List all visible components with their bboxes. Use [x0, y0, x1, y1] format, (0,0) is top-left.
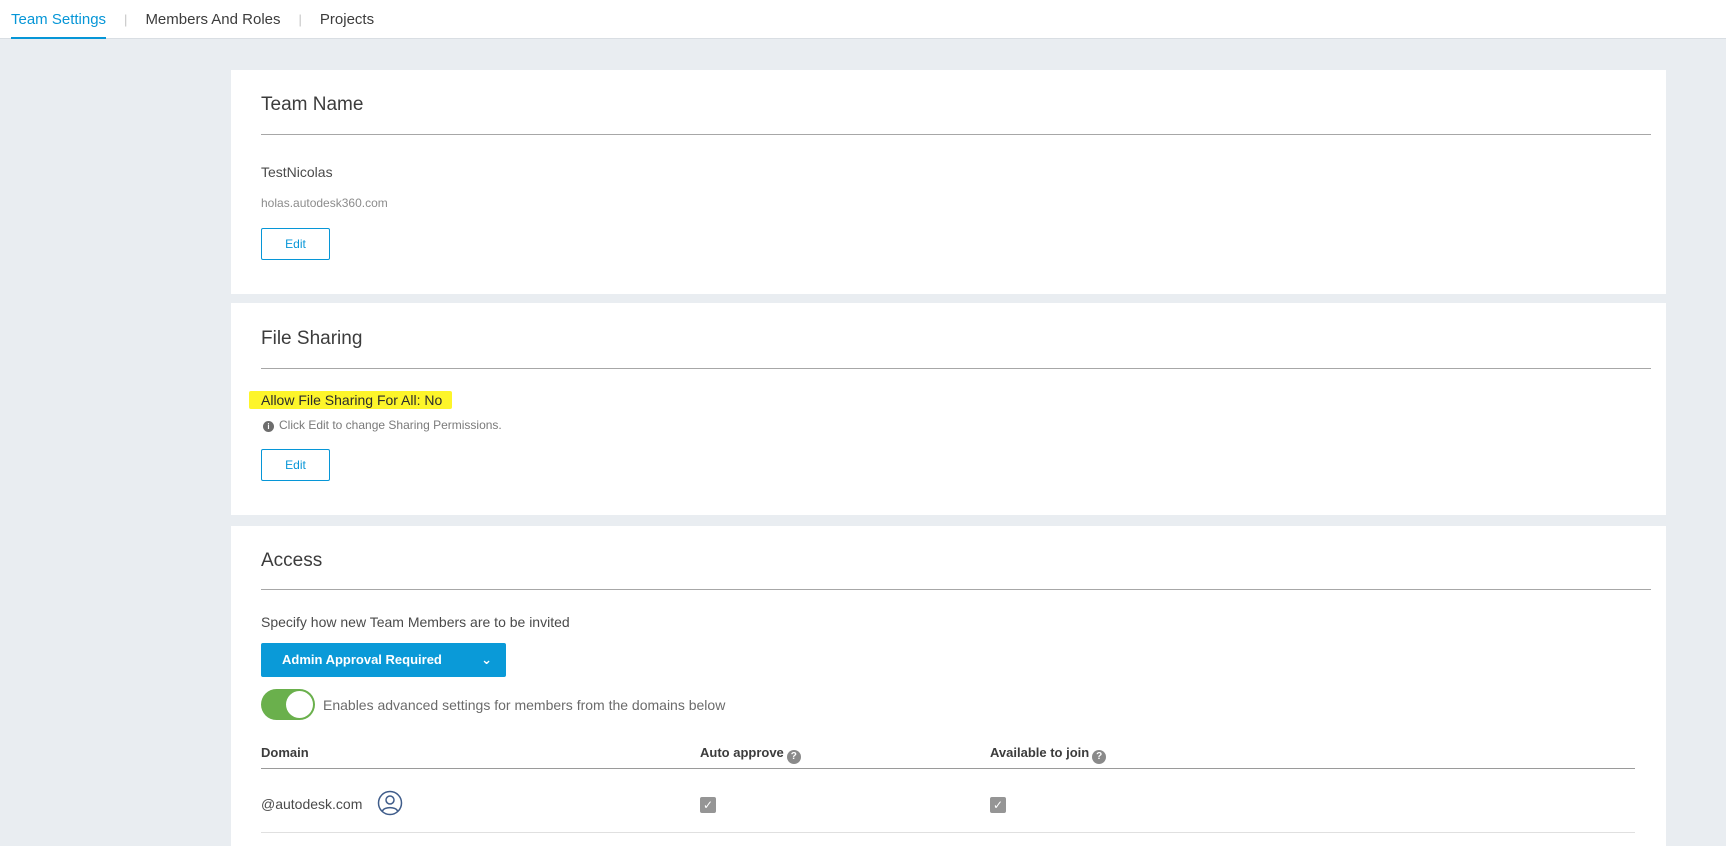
table-row-divider [261, 832, 1635, 833]
user-icon[interactable] [377, 790, 403, 816]
team-url: holas.autodesk360.com [261, 196, 388, 210]
help-icon[interactable]: ? [786, 750, 801, 764]
access-instruction: Specify how new Team Members are to be i… [261, 614, 570, 630]
divider [261, 589, 1651, 590]
tab-separator: | [124, 11, 128, 27]
divider [261, 134, 1651, 135]
invite-mode-dropdown[interactable]: Admin Approval Required ⌄ [261, 643, 506, 677]
available-to-join-checkbox[interactable]: ✓ [990, 797, 1006, 813]
file-sharing-card: File Sharing Allow File Sharing For All:… [231, 303, 1666, 515]
invite-mode-value: Admin Approval Required [282, 652, 442, 667]
advanced-settings-toggle[interactable] [261, 689, 315, 720]
file-sharing-hint-text: Click Edit to change Sharing Permissions… [279, 418, 502, 432]
tab-team-settings[interactable]: Team Settings [11, 0, 107, 39]
column-header-auto-approve: Auto approve? [700, 745, 801, 764]
team-name-edit-button[interactable]: Edit [261, 228, 330, 260]
top-nav: Team Settings | Members And Roles | Proj… [0, 0, 1726, 39]
column-header-domain: Domain [261, 745, 309, 760]
file-sharing-title: File Sharing [261, 328, 363, 349]
info-icon: i [263, 421, 274, 432]
table-header-divider [261, 768, 1635, 769]
toggle-label: Enables advanced settings for members fr… [323, 697, 726, 713]
toggle-knob [286, 691, 313, 718]
tab-separator: | [298, 11, 302, 27]
team-name-title: Team Name [261, 94, 364, 115]
file-sharing-status-text: Allow File Sharing For All: No [249, 391, 453, 409]
column-header-available-to-join: Available to join? [990, 745, 1107, 764]
access-title: Access [261, 550, 323, 571]
chevron-down-icon: ⌄ [481, 652, 492, 667]
table-row-domain: @autodesk.com [261, 796, 363, 812]
file-sharing-hint: i Click Edit to change Sharing Permission… [263, 418, 502, 432]
team-name-card: Team Name TestNicolas holas.autodesk360.… [231, 70, 1666, 294]
file-sharing-edit-button[interactable]: Edit [261, 449, 330, 481]
help-icon[interactable]: ? [1092, 750, 1107, 764]
tab-projects[interactable]: Projects [320, 0, 374, 39]
file-sharing-status: Allow File Sharing For All: No [249, 391, 453, 409]
divider [261, 368, 1651, 369]
team-name-value: TestNicolas [261, 164, 333, 180]
access-card: Access Specify how new Team Members are … [231, 526, 1666, 846]
auto-approve-checkbox[interactable]: ✓ [700, 797, 716, 813]
tab-members-and-roles[interactable]: Members And Roles [145, 0, 280, 39]
